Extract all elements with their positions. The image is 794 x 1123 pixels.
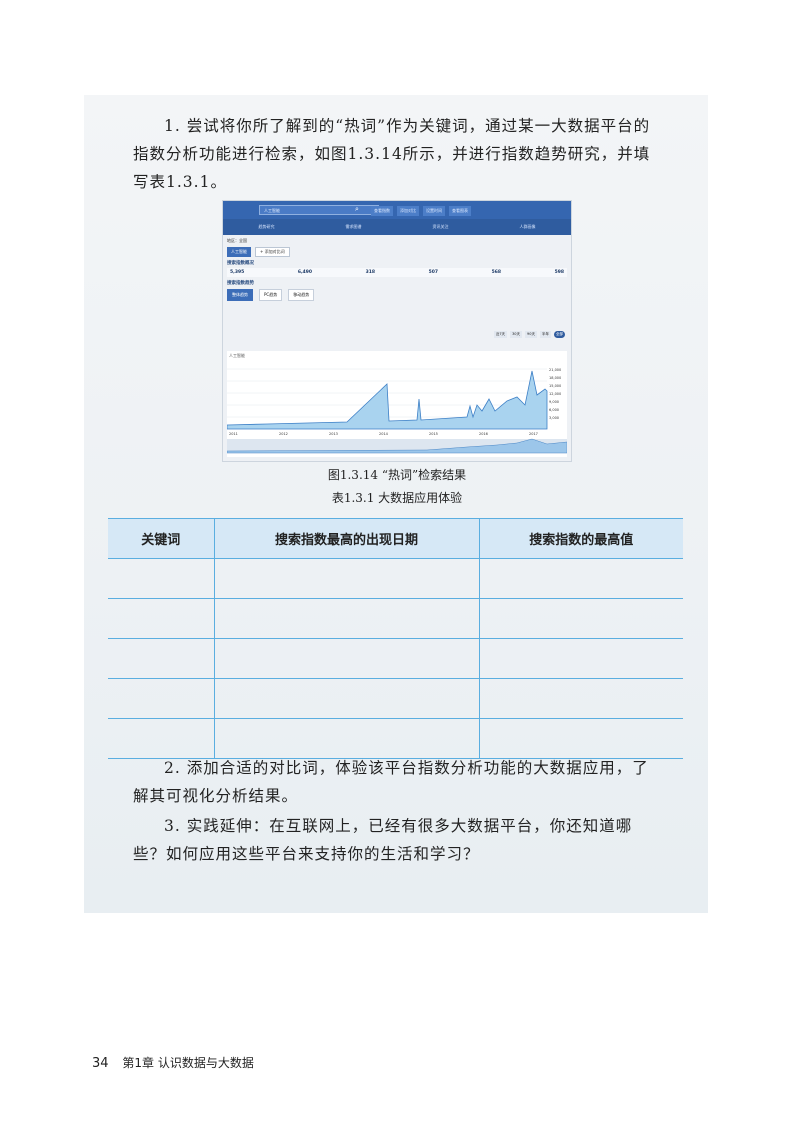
column-header-peak-date: 搜索指数最高的出现日期 (213, 518, 480, 559)
y-tick: 9,000 (549, 400, 559, 404)
range-option[interactable]: 全部 (554, 331, 565, 338)
table-cell[interactable] (213, 598, 480, 639)
table-cell[interactable] (108, 558, 215, 599)
x-tick: 2013 (329, 432, 338, 436)
nav-trend[interactable]: 趋势研究 (259, 224, 275, 230)
range-selector: 近7天 30天 90天 半年 全部 (493, 331, 565, 338)
chart-legend: 人工智能 (229, 352, 245, 358)
paragraph-3: 3. 实践延伸：在互联网上，已经有很多大数据平台，你还知道哪些？如何应用这些平台… (133, 817, 633, 863)
chapter-title: 第1章 认识数据与大数据 (122, 1056, 254, 1070)
page-footer: 34 第1章 认识数据与大数据 (92, 1054, 254, 1071)
add-compare-button[interactable]: + 添加对比词 (255, 247, 290, 257)
page-number: 34 (92, 1056, 109, 1071)
table-cell[interactable] (478, 558, 683, 599)
region-label: 地区：全国 (227, 238, 247, 243)
stat-value: 318 (365, 270, 376, 275)
nav-crowd[interactable]: 人群画像 (520, 224, 536, 230)
column-header-keyword: 关键词 (108, 518, 215, 559)
table-cell[interactable] (213, 638, 480, 679)
table-cell[interactable] (108, 598, 215, 639)
tab-pc[interactable]: PC趋势 (259, 289, 283, 301)
y-tick: 15,000 (549, 384, 561, 388)
table-row (108, 638, 683, 679)
y-tick: 21,000 (549, 368, 561, 372)
range-option[interactable]: 半年 (540, 331, 551, 338)
table-cell[interactable] (108, 678, 215, 719)
trend-title: 搜索指数趋势 (227, 281, 254, 286)
y-tick: 6,000 (549, 408, 559, 412)
experience-table: 关键词 搜索指数最高的出现日期 搜索指数的最高值 (108, 518, 683, 759)
table-row (108, 678, 683, 719)
stat-value: 5,395 (230, 270, 245, 275)
x-tick: 2014 (379, 432, 389, 436)
table-cell[interactable] (213, 678, 480, 719)
tab-mobile[interactable]: 移动趋势 (288, 289, 315, 301)
y-tick: 12,000 (549, 392, 561, 396)
table-row (108, 598, 683, 639)
stat-value: 6,490 (297, 270, 313, 275)
nav-news[interactable]: 资讯关注 (433, 224, 449, 230)
screenshot-search-input[interactable]: 人工智能 (259, 205, 379, 215)
y-tick: 18,000 (549, 376, 561, 380)
x-tick: 2012 (279, 432, 288, 436)
y-tick: 3,000 (549, 416, 559, 420)
x-tick: 2011 (229, 432, 238, 436)
figure-caption: 图1.3.14 “热词”检索结果 (327, 468, 467, 482)
column-header-peak-value: 搜索指数的最高值 (478, 518, 683, 559)
table-row (108, 558, 683, 599)
x-tick: 2015 (429, 432, 438, 436)
screenshot-top-button[interactable]: 设置时间 (423, 206, 445, 216)
search-index-screenshot: 人工智能 ⌕ 查看指数 添加对比 设置时间 查看图表 趋势研究 需求图谱 资讯关… (222, 200, 572, 462)
table-cell[interactable] (213, 718, 480, 759)
table-cell[interactable] (478, 638, 683, 679)
range-option[interactable]: 90天 (525, 331, 537, 338)
screenshot-header: 人工智能 ⌕ 查看指数 添加对比 设置时间 查看图表 (223, 201, 571, 219)
table-cell[interactable] (108, 638, 215, 679)
paragraph-2: 2. 添加合适的对比词，体验该平台指数分析功能的大数据应用，了解其可视化分析结果… (133, 759, 649, 805)
table-row (108, 718, 683, 759)
selected-term-chip[interactable]: 人工智能 (227, 247, 251, 257)
table-cell[interactable] (478, 678, 683, 719)
screenshot-top-button[interactable]: 查看图表 (449, 206, 471, 216)
screenshot-top-button[interactable]: 查看指数 (371, 206, 393, 216)
stat-value: 507 (428, 270, 439, 275)
paragraph-1: 1. 尝试将你所了解到的“热词”作为关键词，通过某一大数据平台的指数分析功能进行… (133, 117, 651, 191)
search-icon[interactable]: ⌕ (355, 205, 359, 214)
range-option[interactable]: 近7天 (493, 331, 508, 338)
screenshot-nav: 趋势研究 需求图谱 资讯关注 人群画像 (223, 219, 571, 235)
trend-chart: 人工智能 21,000 18,000 15,000 12,000 9,000 6… (227, 351, 567, 457)
table-caption: 表1.3.1 大数据应用体验 (331, 491, 463, 505)
overview-title: 搜索指数概况 (227, 261, 254, 266)
stat-value: 598 (554, 270, 564, 275)
range-option[interactable]: 30天 (510, 331, 523, 338)
table-cell[interactable] (478, 718, 683, 759)
table-cell[interactable] (478, 598, 683, 639)
screenshot-top-button[interactable]: 添加对比 (397, 206, 419, 216)
table-cell[interactable] (108, 718, 215, 759)
x-tick: 2017 (529, 432, 538, 436)
overview-stats: 5,395 6,490 318 507 568 598 (227, 268, 567, 277)
stat-value: 568 (491, 270, 501, 275)
tab-overall[interactable]: 整体趋势 (227, 289, 253, 301)
nav-demand[interactable]: 需求图谱 (346, 224, 362, 230)
x-tick: 2016 (479, 432, 488, 436)
table-cell[interactable] (213, 558, 480, 599)
